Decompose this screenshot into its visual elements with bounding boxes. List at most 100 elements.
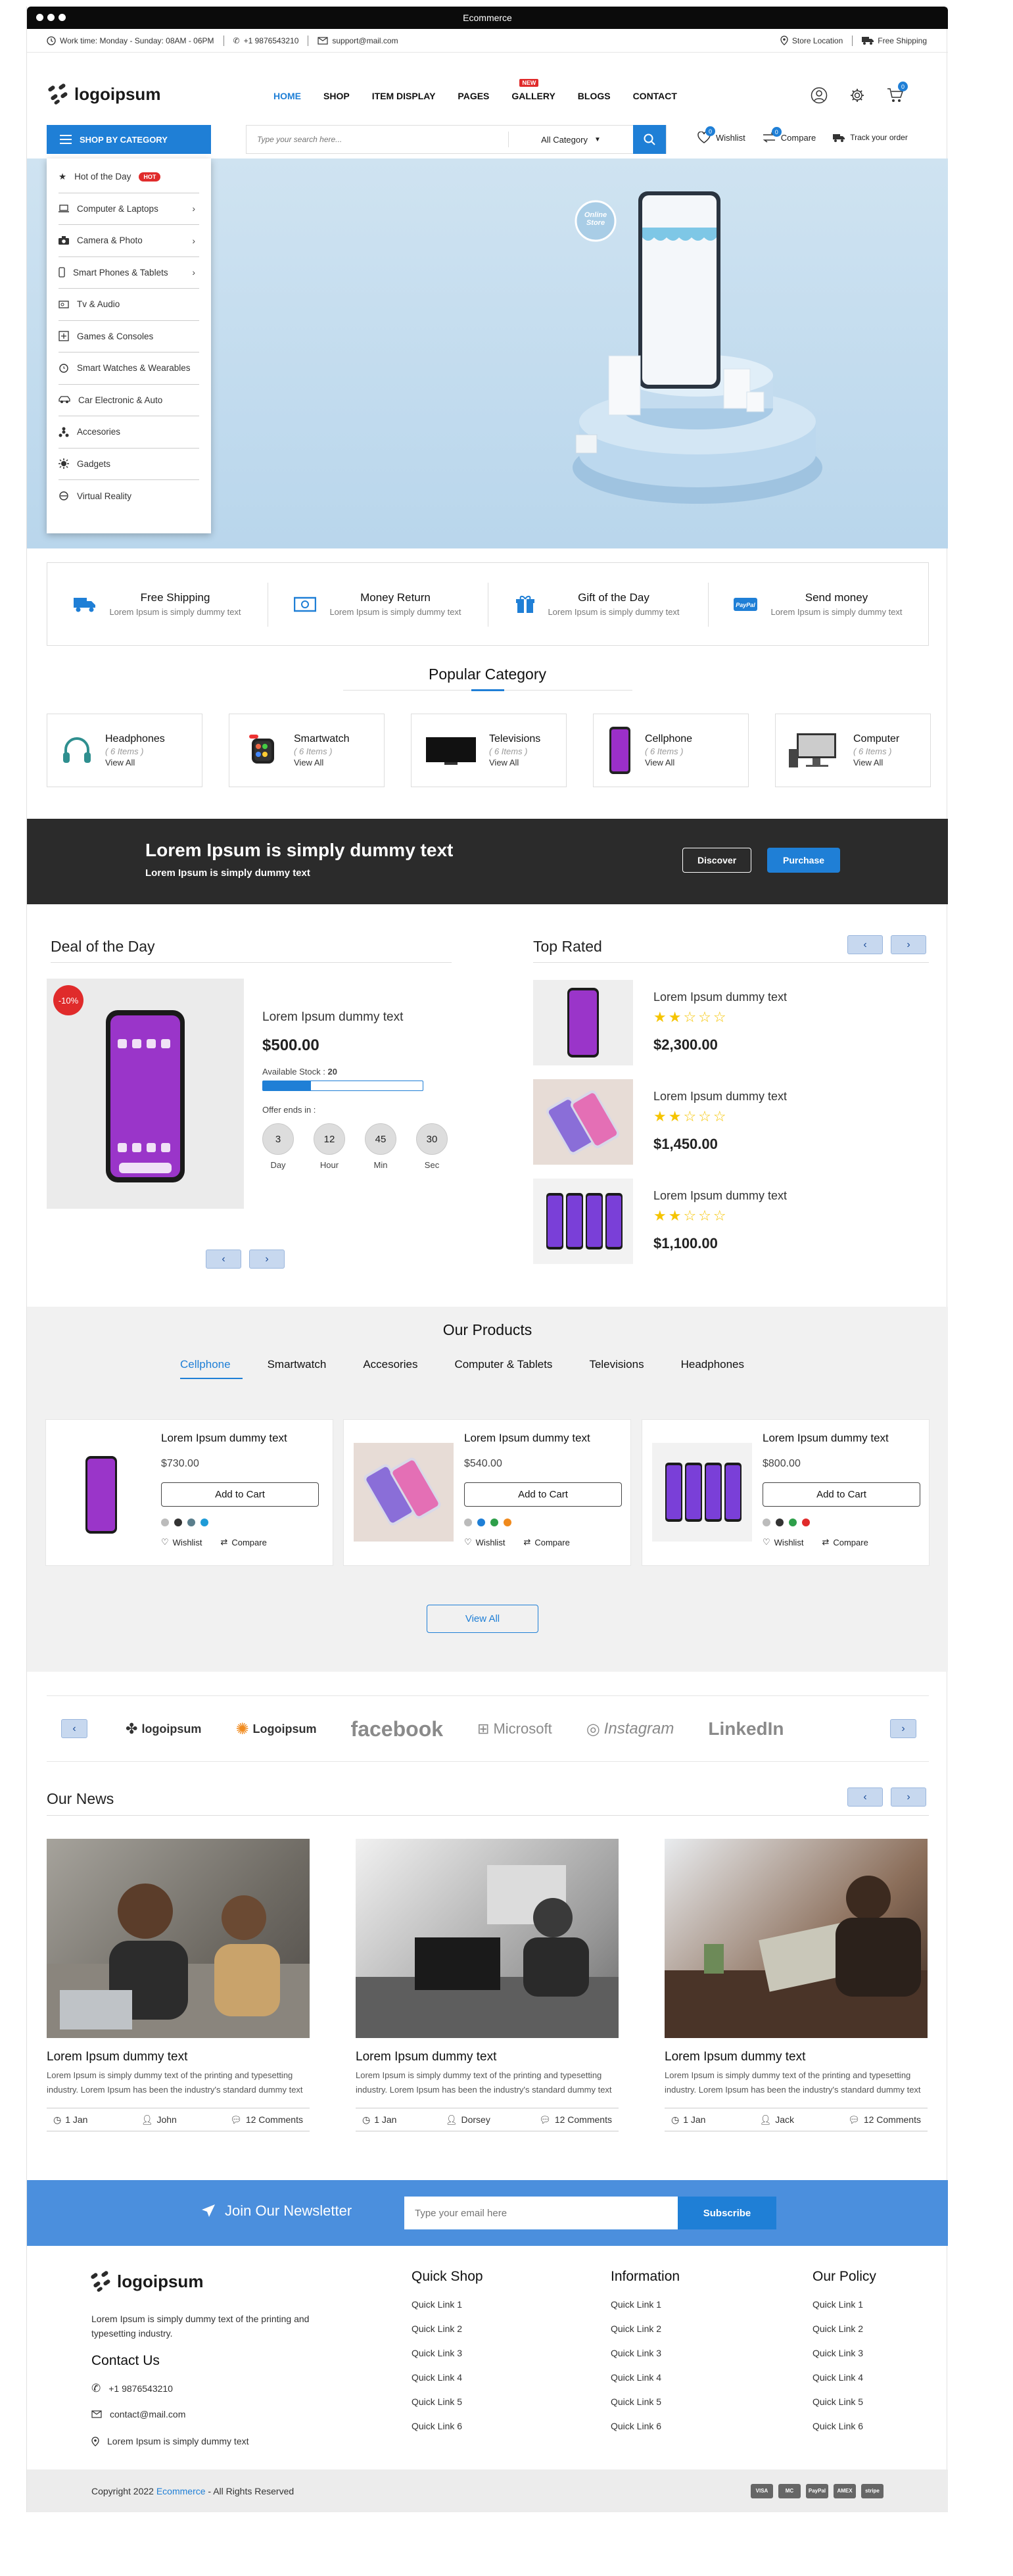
nav-shop[interactable]: SHOP [323,91,350,101]
color-swatch[interactable] [490,1519,498,1526]
compare-action[interactable]: ⇄ Compare [523,1537,569,1547]
category-card-computer[interactable]: Computer ( 6 Items ) View All [775,714,931,787]
category-card-televisions[interactable]: Televisions ( 6 Items ) View All [411,714,567,787]
news-image[interactable] [665,1839,928,2038]
news-comments[interactable]: 💬︎ 12 Comments [230,2114,303,2126]
nav-home[interactable]: HOME [273,91,301,101]
top-rated-name[interactable]: Lorem Ipsum dummy text [653,990,787,1004]
news-card[interactable]: Lorem Ipsum dummy text Lorem Ipsum is si… [47,1839,310,2131]
footer-link[interactable]: Quick Link 2 [813,2323,876,2348]
settings-button[interactable] [847,85,867,105]
nav-blogs[interactable]: BLOGS [578,91,611,101]
footer-link[interactable]: Quick Link 1 [412,2299,483,2323]
category-card-headphones[interactable]: Headphones ( 6 Items ) View All [47,714,202,787]
category-item-car-electronic[interactable]: Car Electronic & Auto [59,385,199,416]
search-button[interactable] [633,125,666,154]
footer-link[interactable]: Quick Link 5 [611,2396,680,2421]
footer-link[interactable]: Quick Link 6 [611,2421,680,2445]
news-title[interactable]: Lorem Ipsum dummy text [47,2050,310,2064]
tab-televisions[interactable]: Televisions [589,1358,644,1371]
search-input[interactable] [247,126,508,153]
product-card[interactable]: Lorem Ipsum dummy text $730.00 Add to Ca… [45,1419,333,1566]
news-image[interactable] [47,1839,310,2038]
product-name[interactable]: Lorem Ipsum dummy text [161,1432,287,1445]
category-item-smart-watches[interactable]: Smart Watches & Wearables [59,352,199,385]
view-all-link[interactable]: View All [105,758,165,767]
top-rated-name[interactable]: Lorem Ipsum dummy text [653,1189,787,1203]
footer-link[interactable]: Quick Link 5 [412,2396,483,2421]
tab-cellphone[interactable]: Cellphone [180,1358,231,1371]
color-swatch[interactable] [763,1519,770,1526]
top-rated-image-2[interactable] [533,1079,633,1165]
brand-linkedin[interactable]: LinkedIn [708,1718,784,1739]
account-button[interactable] [809,85,829,105]
nav-contact[interactable]: CONTACT [633,91,677,101]
color-swatch[interactable] [477,1519,485,1526]
news-card[interactable]: Lorem Ipsum dummy text Lorem Ipsum is si… [665,1839,928,2131]
compare-link[interactable]: 0 Compare [763,127,816,143]
shop-by-category-button[interactable]: SHOP BY CATEGORY [47,125,211,154]
news-author[interactable]: 👤︎ John [141,2114,177,2126]
window-close-dot[interactable] [36,14,43,21]
brand-facebook[interactable]: facebook [351,1717,443,1741]
footer-link[interactable]: Quick Link 2 [611,2323,680,2348]
product-image[interactable] [354,1443,454,1542]
footer-link[interactable]: Quick Link 6 [813,2421,876,2445]
footer-link[interactable]: Quick Link 2 [412,2323,483,2348]
product-card[interactable]: Lorem Ipsum dummy text $800.00 Add to Ca… [642,1419,930,1566]
deal-product-name[interactable]: Lorem Ipsum dummy text [262,1010,403,1025]
deal-prev-button[interactable]: ‹ [206,1250,241,1269]
news-comments[interactable]: 💬︎ 12 Comments [539,2114,612,2126]
footer-link[interactable]: Quick Link 4 [412,2372,483,2396]
product-name[interactable]: Lorem Ipsum dummy text [763,1432,889,1445]
color-swatch[interactable] [161,1519,169,1526]
category-item-hot-of-the-day[interactable]: ★ Hot of the Day HOT [59,161,199,193]
footer-link[interactable]: Quick Link 3 [412,2348,483,2372]
purchase-button[interactable]: Purchase [767,848,841,873]
category-item-tv-audio[interactable]: Tv & Audio [59,289,199,321]
color-swatch[interactable] [802,1519,810,1526]
add-to-cart-button[interactable]: Add to Cart [763,1482,920,1507]
news-prev-button[interactable]: ‹ [847,1787,883,1807]
tab-accesories[interactable]: Accesories [363,1358,417,1371]
nav-item-display[interactable]: ITEM DISPLAY [372,91,436,101]
wishlist-link[interactable]: 0 Wishlist [697,126,745,143]
color-swatch[interactable] [776,1519,784,1526]
wishlist-action[interactable]: ♡ Wishlist [161,1537,202,1547]
product-card[interactable]: Lorem Ipsum dummy text $540.00 Add to Ca… [343,1419,631,1566]
compare-action[interactable]: ⇄ Compare [220,1537,266,1547]
color-swatch[interactable] [789,1519,797,1526]
color-swatch[interactable] [464,1519,472,1526]
product-image[interactable] [652,1443,752,1542]
footer-link[interactable]: Quick Link 5 [813,2396,876,2421]
tab-computer-tablets[interactable]: Computer & Tablets [454,1358,552,1371]
tab-headphones[interactable]: Headphones [681,1358,744,1371]
wishlist-action[interactable]: ♡ Wishlist [464,1537,505,1547]
news-comments[interactable]: 💬︎ 12 Comments [848,2114,921,2126]
footer-phone[interactable]: ✆ +1 9876543210 [91,2382,173,2395]
news-title[interactable]: Lorem Ipsum dummy text [665,2050,928,2064]
category-select[interactable]: All Category ▼ [508,132,633,147]
category-card-smartwatch[interactable]: Smartwatch ( 6 Items ) View All [229,714,385,787]
footer-link[interactable]: Quick Link 1 [813,2299,876,2323]
copyright-brand-link[interactable]: Ecommerce [156,2486,206,2496]
color-swatch[interactable] [504,1519,511,1526]
news-title[interactable]: Lorem Ipsum dummy text [356,2050,619,2064]
news-author[interactable]: 👤︎ Dorsey [446,2114,490,2126]
color-swatch[interactable] [174,1519,182,1526]
window-minimize-dot[interactable] [47,14,55,21]
subscribe-button[interactable]: Subscribe [678,2197,776,2229]
news-author[interactable]: 👤︎ Jack [759,2114,794,2126]
footer-link[interactable]: Quick Link 3 [611,2348,680,2372]
color-swatch[interactable] [200,1519,208,1526]
category-item-accesories[interactable]: Accesories [59,416,199,449]
footer-logo[interactable]: logoipsum [89,2270,203,2293]
nav-pages[interactable]: PAGES [458,91,489,101]
category-item-computer-laptops[interactable]: Computer & Laptops › [59,193,199,225]
footer-link[interactable]: Quick Link 4 [813,2372,876,2396]
nav-gallery[interactable]: GALLERY NEW [511,79,555,101]
view-all-link[interactable]: View All [645,758,692,767]
cart-button[interactable]: 0 [885,82,908,105]
top-rated-image-1[interactable] [533,980,633,1065]
top-rated-name[interactable]: Lorem Ipsum dummy text [653,1090,787,1104]
